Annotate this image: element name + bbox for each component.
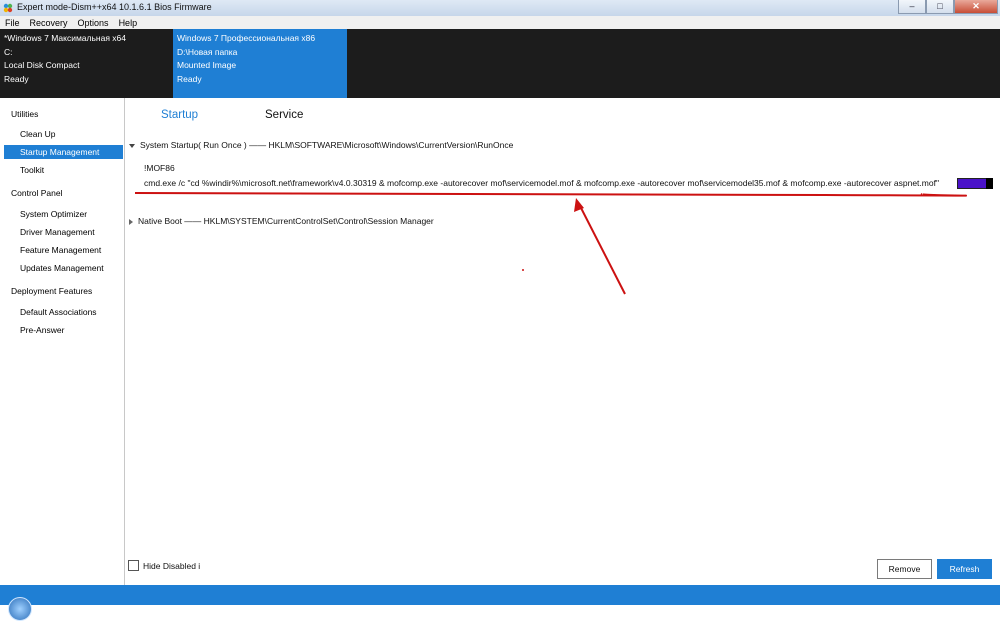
menu-help[interactable]: Help <box>114 18 143 28</box>
app-logo-icon <box>3 3 13 13</box>
title-bar: Expert mode-Dism++x64 10.1.6.1 Bios Firm… <box>0 0 1000 17</box>
section-native-boot[interactable]: Native Boot —— HKLM\SYSTEM\CurrentContro… <box>129 216 434 226</box>
session-name: *Windows 7 Максимальная x64 <box>4 33 127 43</box>
hide-disabled-option[interactable]: Hide Disabled i <box>128 560 200 571</box>
section-system-startup-run-once[interactable]: System Startup( Run Once ) —— HKLM\SOFTW… <box>129 140 513 150</box>
tab-startup[interactable]: Startup <box>161 109 198 121</box>
toggle-knob[interactable] <box>986 178 993 189</box>
menu-recovery[interactable]: Recovery <box>25 18 73 28</box>
main-panel: Startup Service System Startup( Run Once… <box>125 98 1000 585</box>
annotation-overlay <box>134 192 967 295</box>
startup-entry-toggle[interactable] <box>957 178 993 189</box>
sidebar-item-default-associations[interactable]: Default Associations <box>4 305 123 319</box>
window-controls: – □ ✕ <box>898 0 998 14</box>
annotation-dot <box>522 269 524 271</box>
session-card-windows7-professional[interactable]: Windows 7 Профессиональная x86 D:\Новая … <box>173 29 347 98</box>
session-card-windows7-ultimate[interactable]: *Windows 7 Максимальная x64 C: Local Dis… <box>0 29 173 98</box>
taskbar <box>0 585 1000 621</box>
session-list: *Windows 7 Максимальная x64 C: Local Dis… <box>0 29 1000 98</box>
hide-disabled-checkbox[interactable] <box>128 560 139 571</box>
sidebar-group-utilities: Utilities <box>11 109 39 119</box>
close-button[interactable]: ✕ <box>954 0 998 14</box>
section-title: Native Boot —— HKLM\SYSTEM\CurrentContro… <box>138 216 434 226</box>
maximize-button[interactable]: □ <box>926 0 954 14</box>
session-type: Mounted Image <box>177 60 237 70</box>
annotation-underline <box>134 192 967 197</box>
sidebar-group-control-panel: Control Panel <box>11 188 63 198</box>
sidebar-item-driver-management[interactable]: Driver Management <box>4 225 123 239</box>
annotation-arrow-line <box>578 203 626 295</box>
annotation-arrowhead-icon <box>574 198 584 212</box>
session-type: Local Disk Compact <box>4 60 80 70</box>
menu-bar: File Recovery Options Help <box>0 16 1000 29</box>
session-status: Ready <box>4 73 29 84</box>
session-drive: D:\Новая папка <box>177 46 238 57</box>
window-title: Expert mode-Dism++x64 10.1.6.1 Bios Firm… <box>17 2 212 12</box>
sidebar-item-pre-answer[interactable]: Pre-Answer <box>4 323 123 337</box>
sidebar-item-clean-up[interactable]: Clean Up <box>4 127 123 141</box>
sidebar-item-system-optimizer[interactable]: System Optimizer <box>4 207 123 221</box>
startup-entry-command: cmd.exe /c "cd %windir%\microsoft.net\fr… <box>144 178 939 188</box>
sidebar-item-toolkit[interactable]: Toolkit <box>4 163 123 177</box>
collapse-arrow-icon[interactable] <box>129 218 133 225</box>
minimize-button[interactable]: – <box>898 0 926 14</box>
startup-entry-name: !MOF86 <box>144 163 175 173</box>
expand-arrow-icon[interactable] <box>129 143 135 148</box>
tab-service[interactable]: Service <box>265 109 303 121</box>
hide-disabled-label: Hide Disabled i <box>143 560 201 571</box>
sidebar-group-deployment-features: Deployment Features <box>11 286 93 296</box>
menu-options[interactable]: Options <box>73 18 114 28</box>
sidebar-item-startup-management[interactable]: Startup Management <box>4 145 123 159</box>
remove-button[interactable]: Remove <box>877 559 932 579</box>
menu-file[interactable]: File <box>0 18 25 28</box>
session-drive: C: <box>4 46 13 57</box>
section-title: System Startup( Run Once ) —— HKLM\SOFTW… <box>140 140 514 150</box>
sidebar: Utilities Clean Up Startup Management To… <box>0 98 125 585</box>
sidebar-item-updates-management[interactable]: Updates Management <box>4 261 123 275</box>
session-status: Ready <box>177 73 202 84</box>
refresh-button[interactable]: Refresh <box>937 559 992 579</box>
sidebar-item-feature-management[interactable]: Feature Management <box>4 243 123 257</box>
start-orb-icon[interactable] <box>8 597 32 621</box>
session-name: Windows 7 Профессиональная x86 <box>177 33 316 43</box>
